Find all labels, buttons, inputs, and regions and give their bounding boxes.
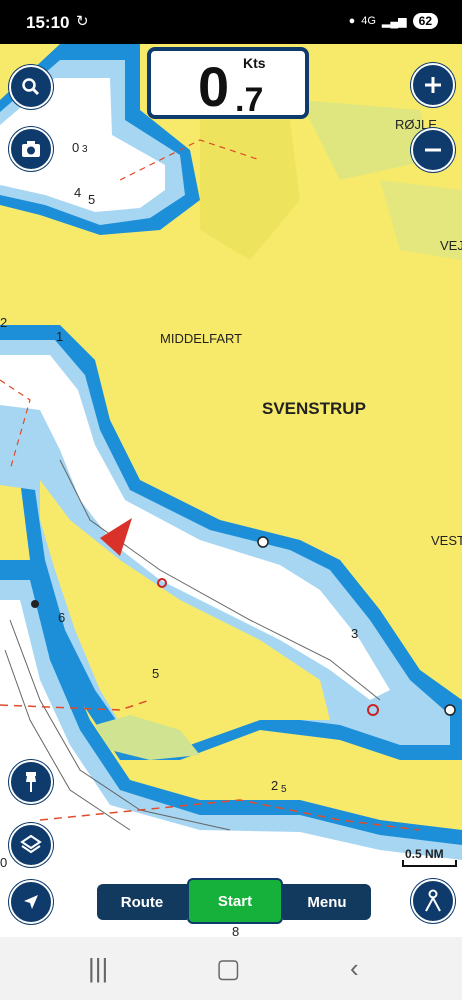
- depth-label: 5: [281, 784, 287, 795]
- sync-icon: ↻: [76, 13, 89, 30]
- zoom-out-button[interactable]: [411, 128, 455, 172]
- navigation-arrow-icon: [24, 895, 38, 909]
- camera-button[interactable]: [9, 127, 53, 171]
- depth-label: 3: [351, 626, 359, 641]
- depth-label: 3: [82, 144, 88, 155]
- signal-icon: ▂▄▆: [381, 15, 407, 28]
- chart-canvas: [0, 44, 462, 937]
- depth-label: 2: [271, 778, 279, 793]
- layers-button[interactable]: [9, 823, 53, 867]
- bottom-action-bar: Route Start Menu: [97, 878, 371, 924]
- pin-icon: [26, 772, 36, 792]
- status-bar: 15:10 ↻ ● 4G ▂▄▆ 62: [0, 0, 462, 44]
- menu-button[interactable]: Menu: [283, 884, 371, 920]
- nautical-chart[interactable]: MIDDELFART SVENSTRUP RØJLE VEJ VEST 0.5 …: [0, 44, 462, 937]
- label-vest: VEST: [431, 533, 462, 548]
- back-icon[interactable]: ‹: [350, 953, 359, 984]
- route-button[interactable]: Route: [97, 884, 187, 920]
- search-icon: [22, 78, 40, 96]
- label-svenstrup: SVENSTRUP: [262, 399, 366, 418]
- depth-label: 0: [72, 140, 80, 155]
- depth-label: 5: [88, 192, 96, 207]
- depth-label: 8: [232, 924, 240, 937]
- camera-icon: [22, 141, 40, 157]
- pin-button[interactable]: [9, 760, 53, 804]
- zoom-in-button[interactable]: [411, 63, 455, 107]
- location-icon: ●: [348, 15, 356, 27]
- depth-label: 1: [56, 329, 64, 344]
- depth-label: 4: [74, 185, 82, 200]
- depth-label: 0: [0, 855, 8, 870]
- layers-icon: [20, 834, 42, 854]
- home-icon[interactable]: ▢: [216, 953, 241, 984]
- person-icon: [425, 889, 441, 912]
- minus-icon: [425, 148, 441, 152]
- status-time: 15:10: [26, 13, 70, 32]
- network-label: 4G: [361, 15, 376, 27]
- label-vej: VEJ: [440, 238, 462, 253]
- system-navigation-bar: ||| ▢ ‹: [0, 937, 462, 1000]
- profile-button[interactable]: [411, 879, 455, 923]
- start-button[interactable]: Start: [187, 878, 283, 924]
- speed-fraction: .7: [235, 81, 264, 119]
- plus-icon: [425, 77, 441, 93]
- locate-button[interactable]: [9, 880, 53, 924]
- depth-label: 6: [58, 610, 66, 625]
- battery-indicator: 62: [412, 13, 438, 29]
- scale-label: 0.5 NM: [405, 847, 444, 861]
- recent-apps-icon[interactable]: |||: [88, 953, 108, 984]
- depth-label: 2: [0, 315, 8, 330]
- speed-unit: Kts: [243, 55, 266, 71]
- label-middelfart: MIDDELFART: [160, 331, 243, 346]
- speed-display[interactable]: Kts 0 .7: [147, 47, 309, 119]
- speed-whole: 0: [198, 55, 230, 118]
- search-button[interactable]: [9, 65, 53, 109]
- depth-label: 5: [152, 666, 160, 681]
